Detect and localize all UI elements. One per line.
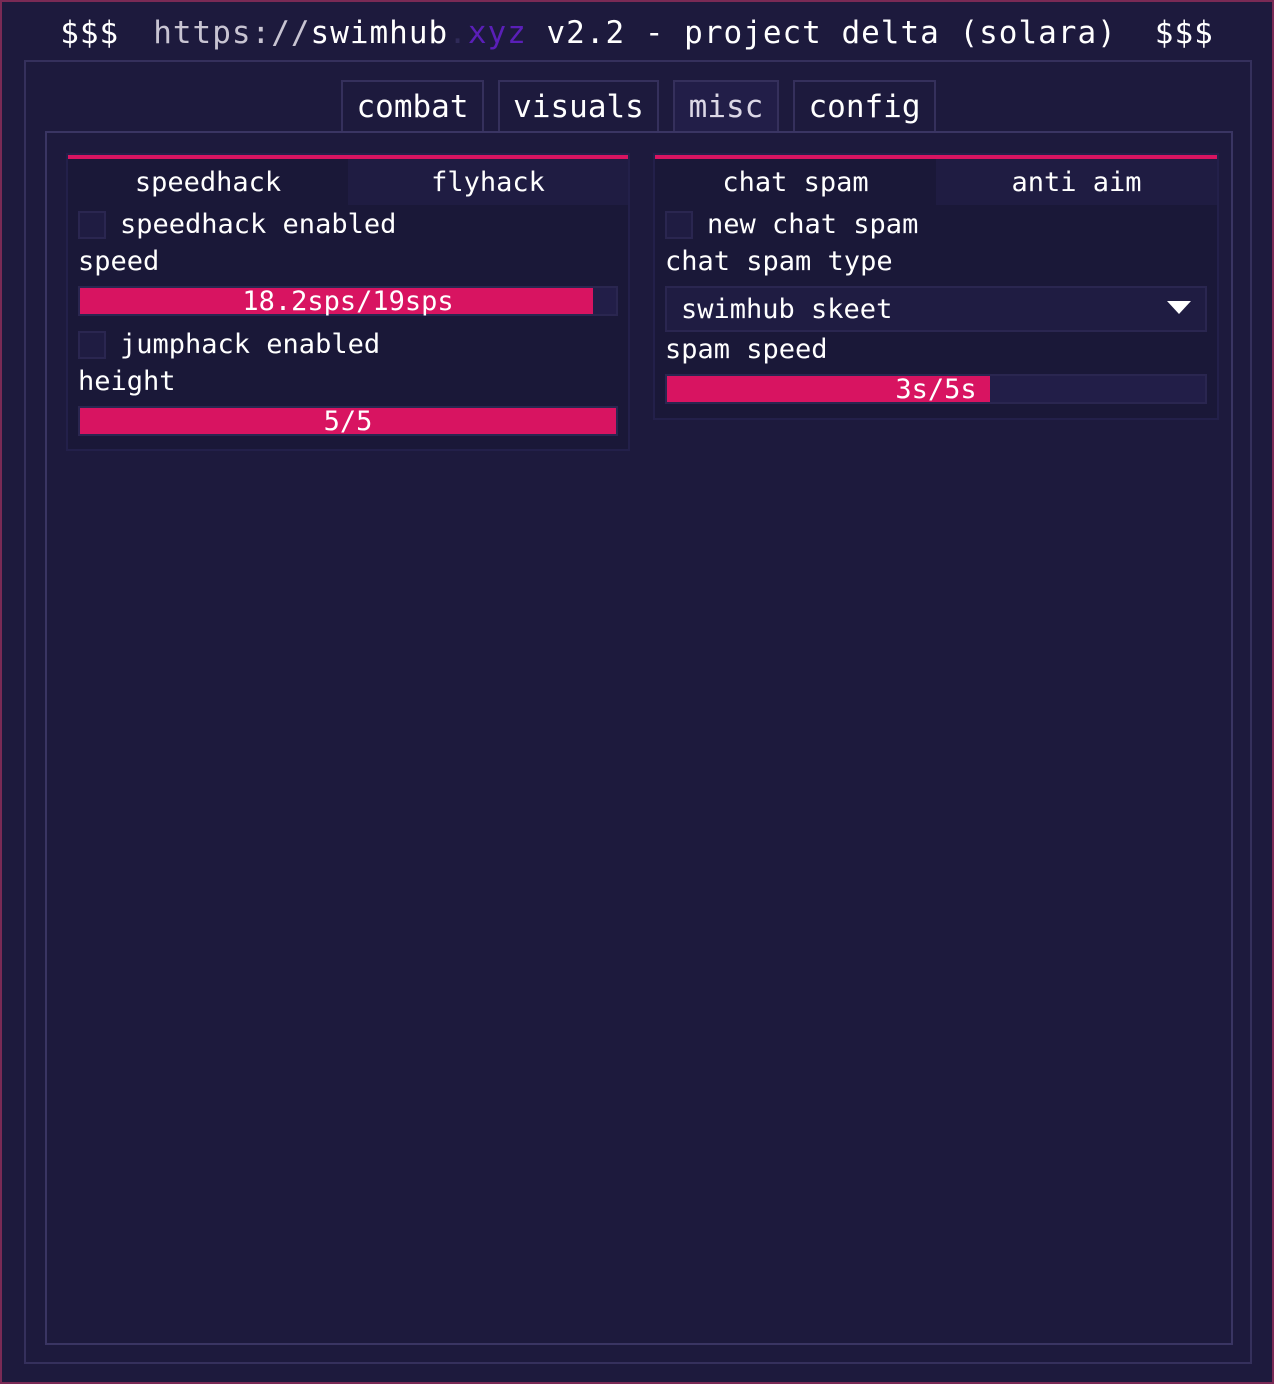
title-left-symbol: $$$: [60, 15, 120, 51]
tab-misc[interactable]: misc: [673, 80, 779, 132]
speedhack-enabled-row: speedhack enabled: [78, 209, 396, 240]
new-chat-spam-label: new chat spam: [707, 209, 919, 240]
height-label-row: height: [78, 366, 176, 397]
height-label: height: [78, 366, 176, 397]
chat-spam-type-label-row: chat spam type: [665, 246, 893, 277]
speed-label-row: speed: [78, 246, 159, 277]
speed-label: speed: [78, 246, 160, 277]
jumphack-enabled-label: jumphack enabled: [120, 329, 381, 360]
title-version: v2.2 - project delta (solara): [526, 15, 1117, 51]
speedhack-enabled-label: speedhack enabled: [120, 209, 397, 240]
speed-slider-value: 18.2sps/19sps: [242, 285, 454, 317]
chat-panel: chat spam anti aim new chat spam chat sp…: [653, 153, 1219, 420]
title-url-name: swimhub: [310, 15, 449, 51]
spam-speed-slider-value: 3s/5s: [895, 373, 977, 405]
chat-spam-type-label: chat spam type: [665, 246, 893, 277]
new-chat-spam-row: new chat spam: [665, 209, 918, 240]
tab-visuals[interactable]: visuals: [498, 80, 659, 132]
spam-speed-label-row: spam speed: [665, 334, 828, 365]
chat-panel-tabs: chat spam anti aim: [655, 155, 1217, 205]
subtab-flyhack[interactable]: flyhack: [348, 159, 628, 205]
jumphack-enabled-checkbox[interactable]: [78, 330, 106, 359]
speedhack-enabled-checkbox[interactable]: [78, 210, 106, 239]
title-right-symbol: $$$: [1154, 15, 1214, 51]
tab-combat[interactable]: combat: [341, 80, 484, 132]
spam-speed-label: spam speed: [665, 334, 828, 365]
chevron-down-icon: [1167, 301, 1191, 314]
height-slider-value: 5/5: [323, 405, 373, 437]
spam-speed-slider[interactable]: 3s/5s: [665, 373, 1207, 405]
speed-slider[interactable]: 18.2sps/19sps: [78, 285, 618, 317]
tab-config[interactable]: config: [793, 80, 936, 132]
new-chat-spam-checkbox[interactable]: [665, 210, 693, 239]
subtab-anti-aim[interactable]: anti aim: [936, 159, 1217, 205]
subtab-chat-spam[interactable]: chat spam: [655, 159, 936, 205]
title-url-dot: .: [448, 15, 468, 51]
main-tabs: combat visuals misc config: [341, 80, 936, 132]
jumphack-enabled-row: jumphack enabled: [78, 329, 380, 360]
chat-spam-type-dropdown[interactable]: swimhub skeet: [665, 286, 1207, 332]
title-url-prefix: https://: [153, 15, 311, 51]
main-window: $$$ https:// swimhub . xyz v2.2 - projec…: [0, 0, 1274, 1384]
title-bar: $$$ https:// swimhub . xyz v2.2 - projec…: [2, 2, 1272, 64]
movement-panel: speedhack flyhack speedhack enabled spee…: [66, 153, 630, 451]
chat-spam-type-selected: swimhub skeet: [681, 293, 893, 325]
subtab-speedhack[interactable]: speedhack: [68, 159, 348, 205]
height-slider[interactable]: 5/5: [78, 405, 618, 437]
movement-panel-tabs: speedhack flyhack: [68, 155, 628, 205]
title-url-tld: xyz: [467, 15, 527, 51]
